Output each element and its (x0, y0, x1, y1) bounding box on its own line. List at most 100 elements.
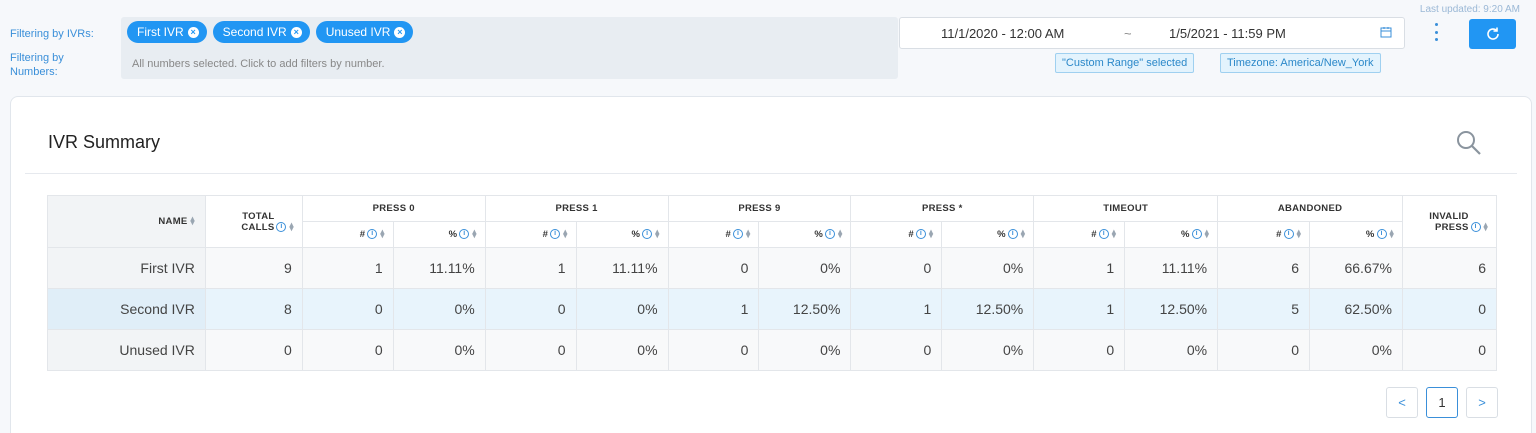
cell-total-calls: 8 (204, 288, 303, 330)
col-header-name[interactable]: NAME ▴ ▾ (47, 195, 206, 248)
ivr-chip[interactable]: Second IVR × (212, 21, 310, 43)
cell-count: 5 (1217, 288, 1311, 330)
info-icon[interactable]: i (1376, 229, 1387, 240)
col-header-count[interactable]: # i ▴ ▾ (667, 221, 760, 248)
sort-icon[interactable]: ▴ ▾ (191, 215, 195, 227)
info-icon[interactable]: i (733, 229, 744, 240)
sort-icon[interactable]: ▴ ▾ (472, 228, 476, 240)
col-header-count[interactable]: # i ▴ ▾ (301, 221, 394, 248)
col-header-percent[interactable]: % i ▴ ▾ (575, 221, 669, 248)
filter-box[interactable]: First IVR × Second IVR × Unused IVR × Al… (121, 17, 898, 79)
sort-icon[interactable]: ▴ ▾ (1205, 228, 1209, 240)
refresh-icon (1486, 27, 1499, 40)
col-header-percent[interactable]: % i ▴ ▾ (1124, 221, 1219, 248)
prev-page-button[interactable]: < (1386, 387, 1418, 418)
timezone-tag[interactable]: Timezone: America/New_York (1220, 53, 1381, 73)
cell-percent: 0% (392, 329, 486, 371)
col-header-percent[interactable]: % i ▴ ▾ (392, 221, 486, 248)
col-header-count[interactable]: # i ▴ ▾ (1033, 221, 1126, 248)
page-button[interactable]: 1 (1426, 387, 1458, 418)
remove-chip-icon[interactable]: × (187, 26, 199, 38)
info-icon[interactable]: i (825, 229, 836, 240)
cell-name: Second IVR (47, 288, 206, 330)
ivr-chip-list: First IVR × Second IVR × Unused IVR × (127, 21, 414, 43)
cell-name: First IVR (47, 247, 206, 289)
cell-percent: 0% (758, 329, 852, 371)
filter-ivr-label: Filtering by IVRs: (10, 28, 94, 40)
col-header-total-calls[interactable]: TOTAL CALLS i ▴ ▾ (204, 195, 303, 248)
ivr-summary-table: NAME ▴ ▾ TOTAL CALLS i ▴ ▾ PRESS 0 PRESS 1 PR… (47, 195, 1498, 371)
info-icon[interactable]: i (459, 229, 470, 240)
info-icon[interactable]: i (915, 229, 926, 240)
info-icon[interactable]: i (1283, 229, 1294, 240)
info-icon[interactable]: i (642, 229, 653, 240)
sort-icon[interactable]: ▴ ▾ (929, 228, 933, 240)
sort-icon[interactable]: ▴ ▾ (746, 228, 750, 240)
info-icon[interactable]: i (1470, 221, 1481, 232)
calendar-icon[interactable] (1380, 26, 1392, 38)
sort-icon[interactable]: ▴ ▾ (1390, 228, 1394, 240)
table-row[interactable]: First IVR 9 1 11.11% 1 11.11% 0 0% 0 0% 1 11.11% 6 66… (47, 247, 1498, 289)
remove-chip-icon[interactable]: × (290, 26, 302, 38)
sort-icon[interactable]: ▴ ▾ (1297, 228, 1301, 240)
last-updated-text: Last updated: 9:20 AM (1419, 4, 1520, 15)
ivr-chip[interactable]: Unused IVR × (315, 21, 414, 43)
filter-labels: Filtering by IVRs: Filtering by Numbers: (10, 27, 100, 89)
ivr-summary-card: IVR Summary NAME ▴ ▾ TOTAL CALLS i ▴ ▾ P… (10, 96, 1532, 433)
col-header-percent[interactable]: % i ▴ ▾ (1309, 221, 1403, 248)
info-icon[interactable]: i (367, 229, 378, 240)
table-row[interactable]: Second IVR 8 0 0% 0 0% 1 12.50% 1 12.50% 1 12.50% 5 6… (47, 288, 1498, 330)
sort-icon[interactable]: ▴ ▾ (655, 228, 659, 240)
col-header-count[interactable]: # i ▴ ▾ (850, 221, 943, 248)
col-group-abandoned: ABANDONED (1217, 195, 1403, 222)
cell-count: 0 (484, 329, 577, 371)
col-group-press-1: PRESS 1 (484, 195, 669, 222)
cell-invalid-press: 6 (1401, 247, 1498, 289)
cell-count: 0 (301, 288, 394, 330)
cell-percent: 12.50% (758, 288, 852, 330)
card-title: IVR Summary (48, 132, 161, 152)
col-header-count[interactable]: # i ▴ ▾ (484, 221, 577, 248)
info-icon[interactable]: i (276, 221, 287, 232)
cell-count: 0 (667, 329, 760, 371)
ivr-chip-label: Unused IVR (325, 25, 391, 39)
sort-icon[interactable]: ▴ ▾ (1484, 220, 1488, 232)
cell-total-calls: 9 (204, 247, 303, 289)
info-icon[interactable]: i (550, 229, 561, 240)
cell-count: 1 (667, 288, 760, 330)
cell-count: 0 (850, 329, 943, 371)
cell-count: 1 (1033, 247, 1126, 289)
remove-chip-icon[interactable]: × (394, 26, 406, 38)
col-group-press-9: PRESS 9 (667, 195, 852, 222)
sort-icon[interactable]: ▴ ▾ (563, 228, 567, 240)
col-header-count[interactable]: # i ▴ ▾ (1217, 221, 1311, 248)
info-icon[interactable]: i (1007, 229, 1018, 240)
ivr-chip[interactable]: First IVR × (127, 21, 207, 43)
numbers-filter-hint[interactable]: All numbers selected. Click to add filte… (132, 58, 385, 70)
date-separator: ~ (1124, 26, 1132, 41)
col-group-press-star: PRESS * (850, 195, 1035, 222)
cell-percent: 0% (941, 329, 1035, 371)
sort-icon[interactable]: ▴ ▾ (380, 228, 384, 240)
sort-icon[interactable]: ▴ ▾ (289, 220, 293, 232)
ivr-report-page: Last updated: 9:20 AM Filtering by IVRs:… (0, 0, 1536, 433)
col-header-percent[interactable]: % i ▴ ▾ (941, 221, 1035, 248)
date-range-picker[interactable]: 11/1/2020 - 12:00 AM ~ 1/5/2021 - 11:59 … (899, 17, 1405, 49)
sort-icon[interactable]: ▴ ▾ (1021, 228, 1025, 240)
col-header-invalid-press[interactable]: INVALID PRESS i ▴ ▾ (1401, 195, 1498, 248)
sort-icon[interactable]: ▴ ▾ (1112, 228, 1116, 240)
col-header-percent[interactable]: % i ▴ ▾ (758, 221, 852, 248)
filter-numbers-label: Filtering by Numbers: (10, 52, 64, 78)
cell-percent: 12.50% (941, 288, 1035, 330)
more-options-icon[interactable] (1432, 23, 1440, 41)
search-icon[interactable] (1455, 129, 1483, 157)
info-icon[interactable]: i (1191, 229, 1202, 240)
next-page-button[interactable]: > (1466, 387, 1498, 418)
table-row[interactable]: Unused IVR 0 0 0% 0 0% 0 0% 0 0% 0 0% 0 0% 0 (47, 329, 1498, 371)
sort-icon[interactable]: ▴ ▾ (838, 228, 842, 240)
cell-percent: 0% (575, 329, 669, 371)
info-icon[interactable]: i (1098, 229, 1109, 240)
refresh-button[interactable] (1469, 19, 1516, 49)
ivr-chip-label: Second IVR (222, 25, 287, 39)
date-start: 11/1/2020 - 12:00 AM (941, 26, 1065, 41)
